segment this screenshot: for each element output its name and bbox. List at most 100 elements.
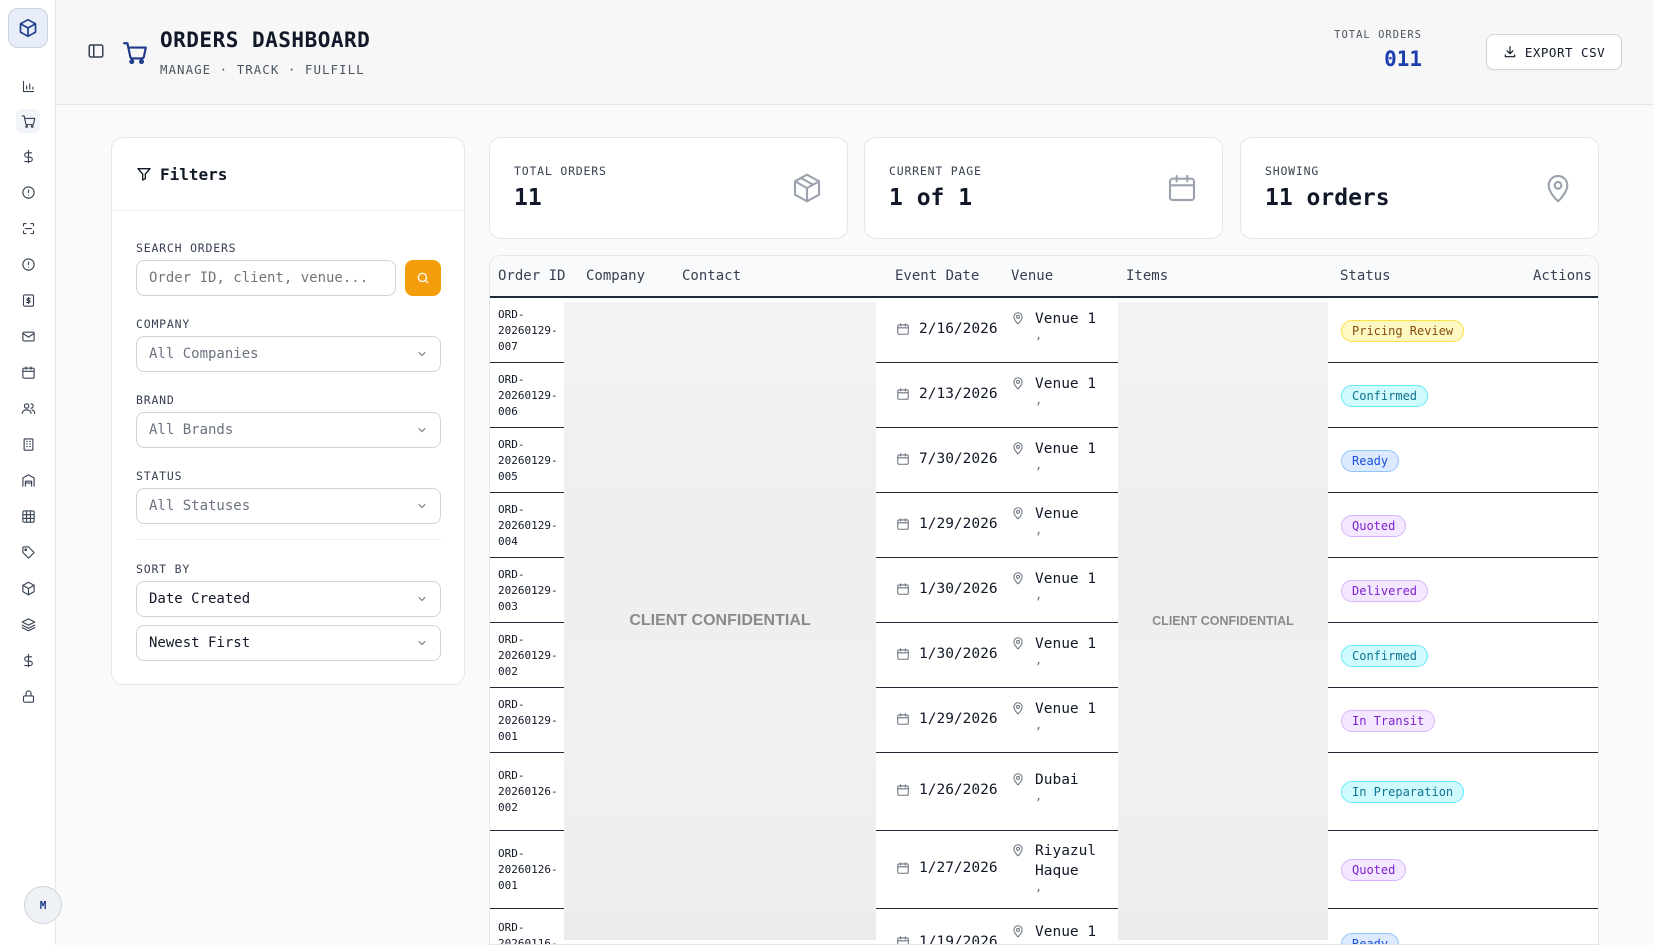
sort-order-value: Newest First	[149, 635, 251, 651]
col-event-date[interactable]: Event Date	[895, 268, 979, 284]
order-id-part: 20260129-	[498, 519, 558, 532]
sort-order-select[interactable]: Newest First	[136, 625, 441, 661]
info-circle-icon	[21, 257, 35, 271]
venue-name: Dubai	[1035, 772, 1079, 788]
total-orders-value: 011	[1384, 47, 1422, 71]
order-id-part: 002	[498, 801, 518, 814]
cart-icon	[123, 42, 147, 65]
status-badge: Ready	[1341, 450, 1400, 472]
nav-item-grid[interactable]	[16, 504, 40, 528]
sort-by-label: SORT BY	[136, 562, 191, 576]
redacted-items-column: CLIENT CONFIDENTIAL	[1118, 302, 1328, 940]
venue-separator: ,	[1035, 328, 1043, 342]
map-pin-icon	[1013, 312, 1023, 325]
user-avatar[interactable]: M	[24, 886, 62, 924]
calendar-icon	[897, 862, 909, 874]
package-icon	[793, 173, 821, 203]
nav-item-tag[interactable]	[16, 540, 40, 564]
order-id-cell[interactable]: ORD- 20260129- 003	[498, 567, 558, 615]
nav-item-receipt[interactable]	[16, 288, 40, 312]
nav-item-package[interactable]	[16, 576, 40, 600]
order-id-cell[interactable]: ORD- 20260129- 001	[498, 697, 558, 745]
order-id-part: 20260116-	[498, 937, 558, 945]
sort-field-select[interactable]: Date Created	[136, 581, 441, 617]
event-date-value: 1/19/2026	[919, 934, 998, 945]
col-items[interactable]: Items	[1126, 268, 1168, 284]
order-id-part: 20260126-	[498, 863, 558, 876]
col-company[interactable]: Company	[586, 268, 645, 284]
order-id-cell[interactable]: ORD- 20260129- 007	[498, 307, 558, 355]
col-contact[interactable]: Contact	[682, 268, 741, 284]
event-date-value: 7/30/2026	[919, 451, 998, 467]
nav-item-info-circle[interactable]	[16, 252, 40, 276]
order-id-cell[interactable]: ORD- 20260126- 002	[498, 768, 558, 816]
left-nav-rail: M	[0, 0, 62, 945]
col-venue[interactable]: Venue	[1011, 268, 1053, 284]
order-id-part: 20260129-	[498, 584, 558, 597]
stat-label: TOTAL ORDERS	[514, 164, 607, 178]
event-date-cell: 1/27/2026	[896, 860, 998, 876]
order-id-part: 002	[498, 665, 518, 678]
sidebar-toggle-icon[interactable]	[87, 42, 105, 60]
nav-item-bar-chart[interactable]	[16, 74, 40, 98]
app-logo[interactable]	[8, 8, 48, 48]
nav-item-building[interactable]	[16, 432, 40, 456]
status-badge: In Preparation	[1341, 781, 1465, 803]
order-id-cell[interactable]: ORD- 20260129- 005	[498, 437, 558, 485]
nav-item-calendar[interactable]	[16, 360, 40, 384]
dollar-icon	[23, 149, 33, 163]
order-id-cell[interactable]: ORD- 20260129- 002	[498, 632, 558, 680]
nav-item-dollar[interactable]	[16, 648, 40, 672]
chevron-down-icon	[418, 352, 426, 357]
nav-item-alert-circle[interactable]	[16, 180, 40, 204]
venue-name: Venue 1	[1035, 376, 1097, 392]
nav-item-scan[interactable]	[16, 216, 40, 240]
col-status[interactable]: Status	[1340, 268, 1391, 284]
order-id-part: 20260129-	[498, 389, 558, 402]
venue-cell: Dubai,	[1011, 770, 1079, 802]
search-button[interactable]	[405, 260, 441, 296]
status-select[interactable]: All Statuses	[136, 488, 441, 524]
order-id-part: ORD-	[498, 698, 525, 711]
nav-item-lock[interactable]	[16, 684, 40, 708]
nav-item-cart[interactable]	[16, 109, 40, 133]
chevron-down-icon	[418, 504, 426, 509]
company-select[interactable]: All Companies	[136, 336, 441, 372]
order-id-cell[interactable]: ORD- 20260129- 004	[498, 502, 558, 550]
event-date-value: 1/30/2026	[919, 646, 998, 662]
scan-icon	[22, 222, 34, 234]
export-csv-button[interactable]: EXPORT CSV	[1486, 34, 1622, 70]
venue-separator: ,	[1035, 393, 1043, 407]
nav-item-layers[interactable]	[16, 612, 40, 636]
page-header: ORDERS DASHBOARD MANAGE · TRACK · FULFIL…	[56, 0, 1654, 105]
stat-value: 1 of 1	[889, 185, 973, 211]
cube-logo-icon	[19, 18, 37, 38]
order-id-part: ORD-	[498, 633, 525, 646]
stat-card-showing: SHOWING 11 orders	[1240, 137, 1599, 239]
calendar-icon	[897, 713, 909, 725]
status-badge: Pricing Review	[1341, 320, 1465, 342]
order-id-cell[interactable]: ORD- 20260129- 006	[498, 372, 558, 420]
search-input[interactable]	[136, 260, 396, 296]
table-header: Order ID Company Contact Event Date Venu…	[490, 256, 1598, 298]
status-badge: Ready	[1341, 933, 1400, 944]
search-orders-label: SEARCH ORDERS	[136, 241, 237, 255]
venue-cell: Venue 1,	[1011, 309, 1096, 341]
venue-separator: ,	[1035, 789, 1043, 803]
nav-item-users[interactable]	[16, 396, 40, 420]
col-order-id[interactable]: Order ID	[498, 268, 565, 284]
status-select-value: All Statuses	[149, 498, 251, 514]
search-icon	[417, 272, 429, 284]
calendar-icon	[897, 388, 909, 400]
nav-item-mail[interactable]	[16, 324, 40, 348]
map-pin-icon	[1013, 925, 1023, 938]
order-id-cell[interactable]: ORD- 20260126- 001	[498, 846, 558, 894]
map-pin-icon	[1547, 174, 1569, 203]
order-id-part: 20260129-	[498, 324, 558, 337]
filters-panel: Filters SEARCH ORDERS COMPANY All Compan…	[111, 137, 465, 685]
order-id-cell[interactable]: ORD- 20260116-	[498, 920, 558, 945]
nav-item-warehouse[interactable]	[16, 468, 40, 492]
cart-icon	[21, 114, 35, 128]
nav-item-dollar[interactable]	[16, 144, 40, 168]
brand-select[interactable]: All Brands	[136, 412, 441, 448]
